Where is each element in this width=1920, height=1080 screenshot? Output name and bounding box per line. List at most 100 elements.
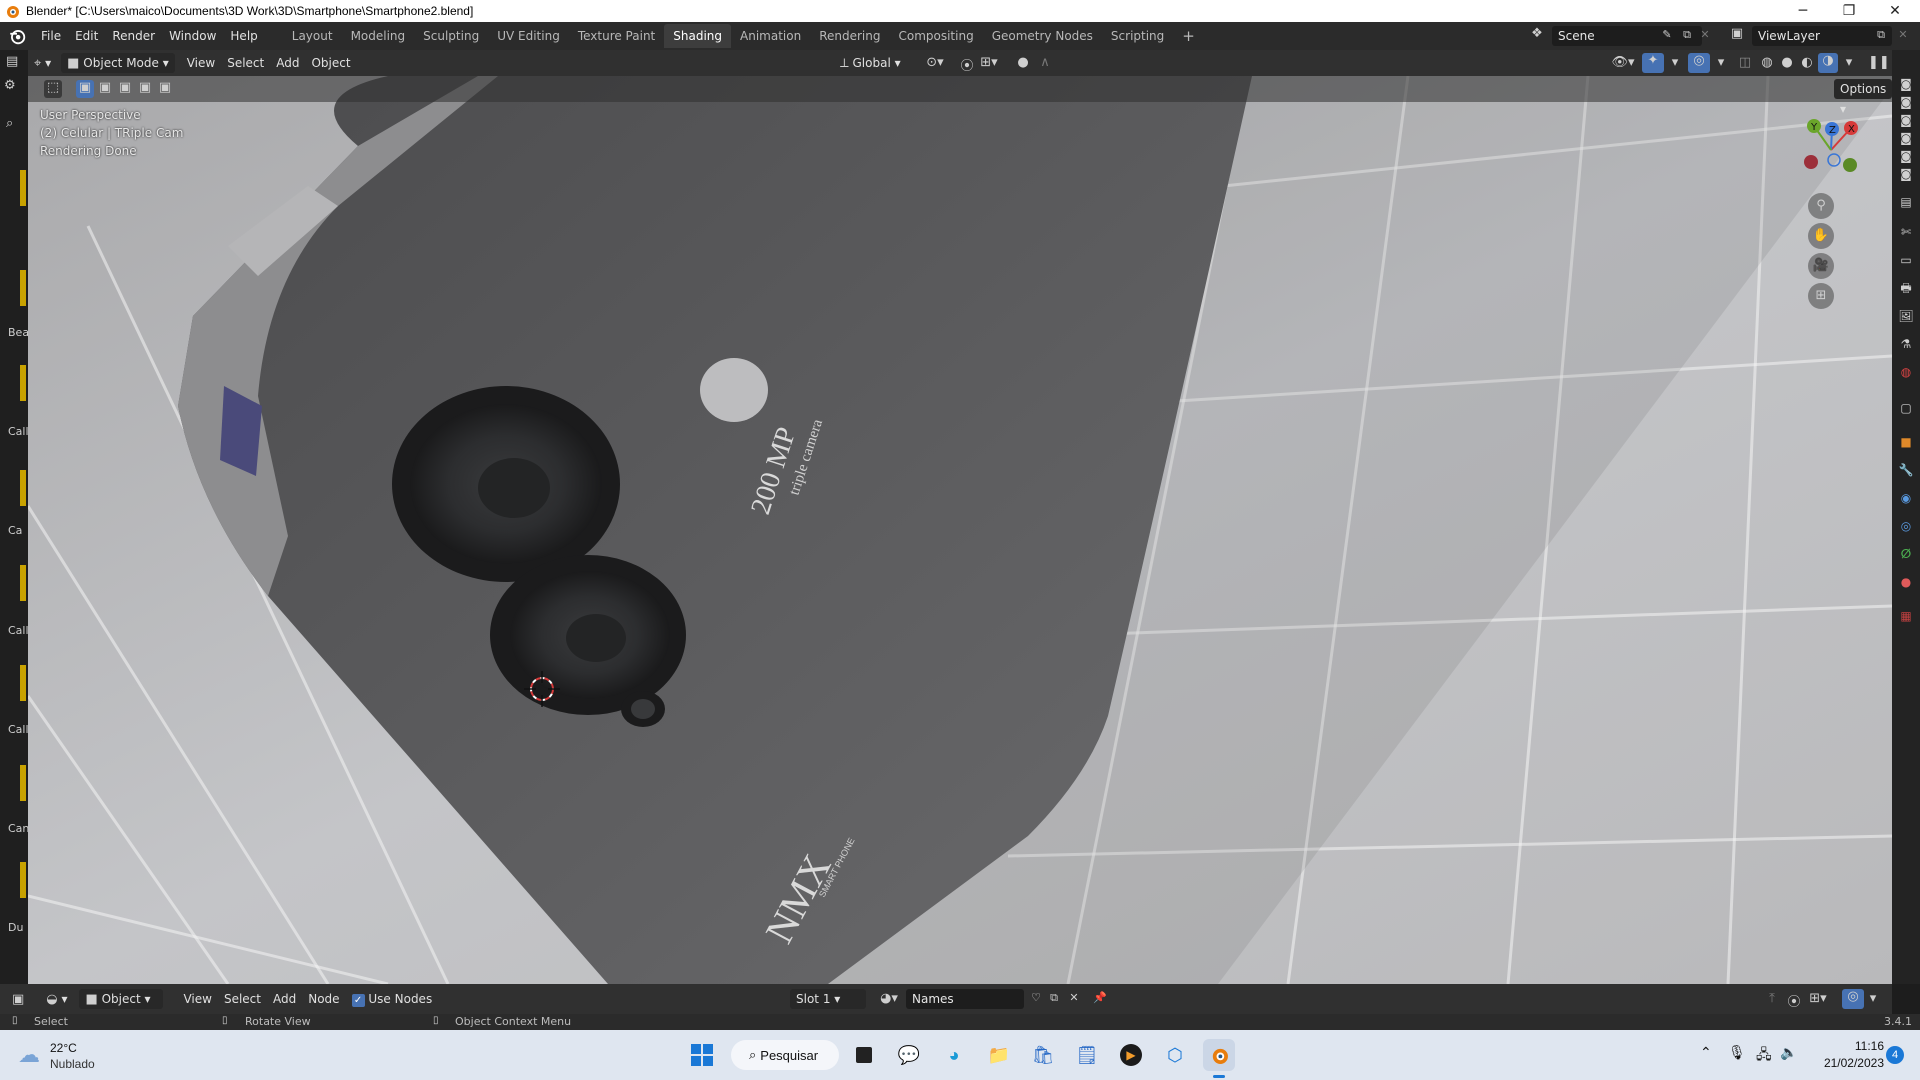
taskbar-clock-time[interactable]: 11:16 bbox=[1834, 1039, 1884, 1053]
object-properties-icon[interactable]: ■ bbox=[1898, 434, 1914, 450]
use-nodes-checkbox[interactable]: ✓ Use Nodes bbox=[346, 989, 439, 1009]
zoom-icon[interactable]: ⚲ bbox=[1808, 193, 1834, 219]
cloud-weather-icon[interactable]: ☁ bbox=[18, 1042, 40, 1068]
tab-scripting[interactable]: Scripting bbox=[1102, 24, 1173, 48]
delete-scene-icon[interactable]: ✕ bbox=[1698, 28, 1712, 41]
shading-dropdown-icon[interactable]: ▾ bbox=[1842, 55, 1856, 70]
network-icon[interactable]: 🖧 bbox=[1756, 1044, 1772, 1068]
tab-texture-paint[interactable]: Texture Paint bbox=[569, 24, 664, 48]
editor-type-icon[interactable]: ▣ bbox=[12, 992, 24, 1007]
collection-properties-icon[interactable]: ▢ bbox=[1898, 400, 1914, 416]
pan-hand-icon[interactable]: ✋ bbox=[1808, 223, 1834, 249]
tab-layout[interactable]: Layout bbox=[283, 24, 342, 48]
maximize-button[interactable]: ❐ bbox=[1826, 0, 1872, 22]
weather-temperature[interactable]: 22°C bbox=[50, 1041, 77, 1055]
fake-user-icon[interactable]: ♡ bbox=[1028, 991, 1044, 1004]
menu-object[interactable]: Object bbox=[305, 53, 356, 73]
proportional-edit-icon[interactable]: ● bbox=[1016, 55, 1030, 70]
gizmo-toggle-icon[interactable]: ✦ bbox=[1642, 53, 1664, 73]
task-view-icon[interactable] bbox=[848, 1039, 880, 1071]
menu-add[interactable]: Add bbox=[270, 53, 305, 73]
wireframe-shading-icon[interactable]: ◍ bbox=[1758, 55, 1776, 70]
particles-properties-icon[interactable]: ◉ bbox=[1898, 490, 1914, 506]
minimize-button[interactable]: ─ bbox=[1780, 0, 1826, 22]
shader-type-selector[interactable]: ◒ ▾ bbox=[40, 989, 73, 1009]
shader-menu-add[interactable]: Add bbox=[267, 989, 302, 1009]
gizmo-neg-x[interactable] bbox=[1804, 155, 1818, 169]
texture-properties-icon[interactable]: ▦ bbox=[1898, 608, 1914, 624]
view-layer-icon[interactable]: ▣ bbox=[1726, 26, 1748, 41]
tab-compositing[interactable]: Compositing bbox=[889, 24, 982, 48]
view-layer-properties-icon[interactable]: 🖼 bbox=[1898, 308, 1914, 324]
solid-shading-icon[interactable]: ● bbox=[1778, 55, 1796, 70]
options-dropdown[interactable]: Options ▾ bbox=[1834, 79, 1893, 116]
material-browse-icon[interactable]: ◕▾ bbox=[876, 991, 902, 1006]
properties-editor-icon[interactable]: ▤ bbox=[1898, 194, 1914, 210]
menu-help[interactable]: Help bbox=[223, 25, 264, 47]
navigation-gizmo[interactable]: X Z Y bbox=[1798, 116, 1868, 186]
windows-start-icon[interactable] bbox=[686, 1039, 718, 1071]
select-invert-icon[interactable]: ▣ bbox=[136, 80, 154, 95]
menu-file[interactable]: File bbox=[34, 25, 68, 47]
blender-settings-icon[interactable]: ⚙ bbox=[4, 78, 16, 93]
orthographic-toggle-icon[interactable]: ⊞ bbox=[1808, 283, 1834, 309]
close-button[interactable]: ✕ bbox=[1872, 0, 1918, 22]
scene-properties-icon[interactable]: ⚗ bbox=[1898, 336, 1914, 352]
search-icon[interactable]: ⌕ bbox=[6, 116, 13, 131]
overlay-dropdown-icon[interactable]: ▾ bbox=[1714, 55, 1728, 70]
gizmo-dropdown-icon[interactable]: ▾ bbox=[1668, 55, 1682, 70]
tab-animation[interactable]: Animation bbox=[731, 24, 810, 48]
editor-type-button[interactable]: ⌖ ▾ bbox=[28, 53, 57, 73]
snap-element-icon[interactable]: ⊞▾ bbox=[1806, 991, 1830, 1006]
physics-properties-icon[interactable]: ◎ bbox=[1898, 518, 1914, 534]
material-properties-icon[interactable]: ● bbox=[1898, 574, 1914, 590]
material-slot-selector[interactable]: Slot 1 ▾ bbox=[790, 989, 866, 1009]
3d-viewport[interactable]: 200 MP triple camera NMX SMART PHONE Use… bbox=[28, 76, 1892, 984]
edge-browser-icon[interactable]: ◕ bbox=[938, 1039, 970, 1071]
add-workspace-button[interactable]: + bbox=[1173, 24, 1204, 48]
editor-type-icon[interactable]: ▤ bbox=[6, 54, 18, 69]
shader-menu-node[interactable]: Node bbox=[302, 989, 345, 1009]
rendered-shading-icon[interactable]: ◑ bbox=[1818, 53, 1838, 73]
toggle-sidebar-icon[interactable]: ❚❚ bbox=[1868, 55, 1890, 70]
volume-icon[interactable]: 🔈 bbox=[1780, 1044, 1797, 1061]
3d-app-icon[interactable]: ⬡ bbox=[1159, 1039, 1191, 1071]
microsoft-store-icon[interactable]: 🛍 bbox=[1027, 1039, 1059, 1071]
falloff-icon[interactable]: ∧ bbox=[1034, 55, 1056, 70]
scene-selector-icon[interactable]: ❖ bbox=[1526, 26, 1548, 41]
modifier-properties-icon[interactable]: 🔧 bbox=[1898, 462, 1914, 478]
camera-object-icon[interactable]: ◙ bbox=[1898, 130, 1914, 146]
mode-selector[interactable]: ■ Object Mode ▾ bbox=[61, 53, 175, 73]
blender-taskbar-icon[interactable] bbox=[1203, 1039, 1235, 1071]
menu-view[interactable]: View bbox=[181, 53, 221, 73]
material-name-field[interactable]: Names bbox=[906, 989, 1024, 1009]
tool-properties-icon[interactable]: ✄ bbox=[1898, 224, 1914, 240]
parent-node-tree-icon[interactable]: ⤒ bbox=[1764, 991, 1780, 1006]
media-player-icon[interactable]: ▶ bbox=[1115, 1039, 1147, 1071]
shader-menu-select[interactable]: Select bbox=[218, 989, 267, 1009]
pin-icon[interactable]: 📌 bbox=[1092, 991, 1108, 1004]
file-explorer-icon[interactable]: 📁 bbox=[983, 1039, 1015, 1071]
camera-object-icon[interactable]: ◙ bbox=[1898, 76, 1914, 92]
blender-logo-icon[interactable] bbox=[8, 27, 26, 45]
xray-icon[interactable]: ◫ bbox=[1736, 55, 1754, 70]
menu-render[interactable]: Render bbox=[105, 25, 162, 47]
tab-shading[interactable]: Shading bbox=[664, 24, 731, 48]
tab-modeling[interactable]: Modeling bbox=[342, 24, 415, 48]
gizmo-neg-y[interactable] bbox=[1843, 158, 1857, 172]
camera-object-icon[interactable]: ◙ bbox=[1898, 112, 1914, 128]
camera-object-icon[interactable]: ◙ bbox=[1898, 94, 1914, 110]
show-hidden-icons[interactable]: ⌃ bbox=[1700, 1044, 1712, 1061]
snap-icon[interactable]: ⦿ bbox=[956, 55, 978, 74]
node-overlay-icon[interactable]: ◎ bbox=[1842, 989, 1864, 1009]
new-material-icon[interactable]: ⧉ bbox=[1046, 991, 1062, 1005]
taskbar-clock-date[interactable]: 21/02/2023 bbox=[1812, 1056, 1884, 1070]
select-extend-icon[interactable]: ▣ bbox=[96, 80, 114, 95]
node-overlay-dropdown-icon[interactable]: ▾ bbox=[1866, 991, 1880, 1006]
weather-condition[interactable]: Nublado bbox=[50, 1057, 95, 1071]
camera-object-icon[interactable]: ◙ bbox=[1898, 148, 1914, 164]
shader-menu-view[interactable]: View bbox=[177, 989, 217, 1009]
notepad-icon[interactable]: 🗒 bbox=[1071, 1039, 1103, 1071]
camera-object-icon[interactable]: ◙ bbox=[1898, 166, 1914, 182]
render-properties-icon[interactable]: ▭ bbox=[1898, 252, 1914, 268]
